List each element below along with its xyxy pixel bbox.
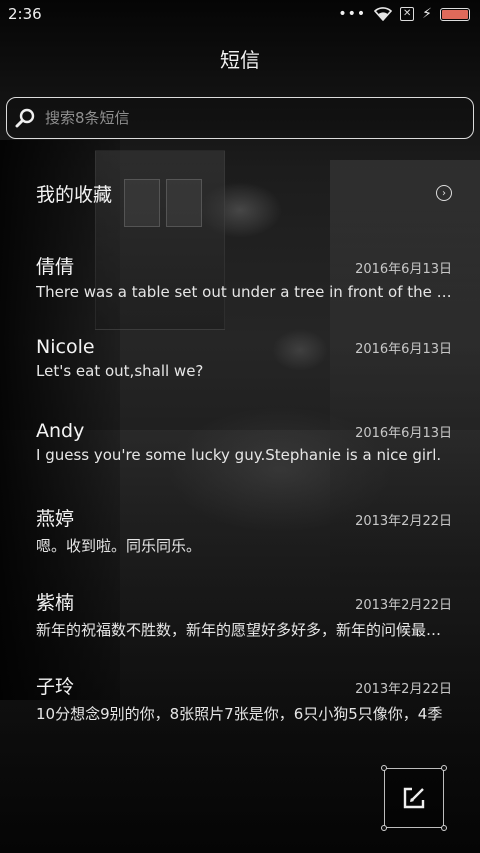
search-bar[interactable]: [6, 97, 474, 139]
corner-ornament: [441, 765, 447, 771]
conversation-item[interactable]: Andy 2016年6月13日 I guess you're some luck…: [0, 412, 480, 496]
contact-name: Andy: [36, 420, 85, 442]
conversation-item[interactable]: 紫楠 2013年2月22日 新年的祝福数不胜数，新年的愿望好多好多，新年的问候最…: [0, 580, 480, 664]
page-title: 短信: [220, 48, 260, 72]
search-icon: [15, 108, 35, 128]
corner-ornament: [381, 825, 387, 831]
conversation-item[interactable]: 子玲 2013年2月22日 10分想念9别的你，8张照片7张是你，6只小狗5只像…: [0, 664, 480, 748]
message-preview: 新年的祝福数不胜数，新年的愿望好多好多，新年的问候最多最多: [36, 621, 452, 639]
message-preview: 10分想念9别的你，8张照片7张是你，6只小狗5只像你，4季: [36, 705, 443, 723]
compose-button[interactable]: [381, 765, 447, 831]
charging-icon: ⚡: [422, 6, 432, 22]
conversation-item[interactable]: 倩倩 2016年6月13日 There was a table set out …: [0, 244, 480, 328]
sim-off-icon: ✕: [400, 7, 415, 21]
chevron-right-circle-icon: ›: [436, 185, 452, 201]
message-date: 2013年2月22日: [355, 598, 452, 613]
conversation-item[interactable]: Nicole 2016年6月13日 Let's eat out,shall we…: [0, 328, 480, 412]
conversation-item[interactable]: 燕婷 2013年2月22日 嗯。收到啦。同乐同乐。: [0, 496, 480, 580]
battery-icon: [440, 7, 470, 21]
corner-ornament: [381, 765, 387, 771]
status-icons: ••• ✕ ⚡: [338, 6, 470, 22]
wifi-icon: [374, 7, 393, 21]
notification-dots-icon: •••: [338, 6, 367, 22]
message-date: 2013年2月22日: [355, 682, 452, 697]
message-list: 倩倩 2016年6月13日 There was a table set out …: [0, 244, 480, 748]
messages-screen: 2:36 ••• ✕ ⚡ 短信 我的收藏 › 倩倩 20: [0, 0, 480, 853]
message-date: 2016年6月13日: [355, 342, 452, 357]
status-time: 2:36: [8, 5, 42, 23]
corner-ornament: [441, 825, 447, 831]
battery-level: [442, 9, 468, 19]
message-preview: There was a table set out under a tree i…: [36, 283, 452, 301]
search-input[interactable]: [45, 109, 445, 127]
contact-name: 倩倩: [36, 256, 75, 278]
message-preview: I guess you're some lucky guy.Stephanie …: [36, 446, 442, 464]
favorites-row[interactable]: 我的收藏 ›: [0, 170, 480, 216]
contact-name: 子玲: [36, 676, 75, 698]
compose-icon: [403, 787, 425, 809]
contact-name: 燕婷: [36, 508, 75, 530]
message-date: 2016年6月13日: [355, 262, 452, 277]
status-bar: 2:36 ••• ✕ ⚡: [0, 0, 480, 28]
favorites-label: 我的收藏: [36, 183, 113, 206]
message-preview: 嗯。收到啦。同乐同乐。: [36, 537, 202, 555]
message-date: 2016年6月13日: [355, 426, 452, 441]
message-date: 2013年2月22日: [355, 514, 452, 529]
contact-name: Nicole: [36, 336, 95, 358]
message-preview: Let's eat out,shall we?: [36, 362, 204, 380]
contact-name: 紫楠: [36, 592, 75, 614]
